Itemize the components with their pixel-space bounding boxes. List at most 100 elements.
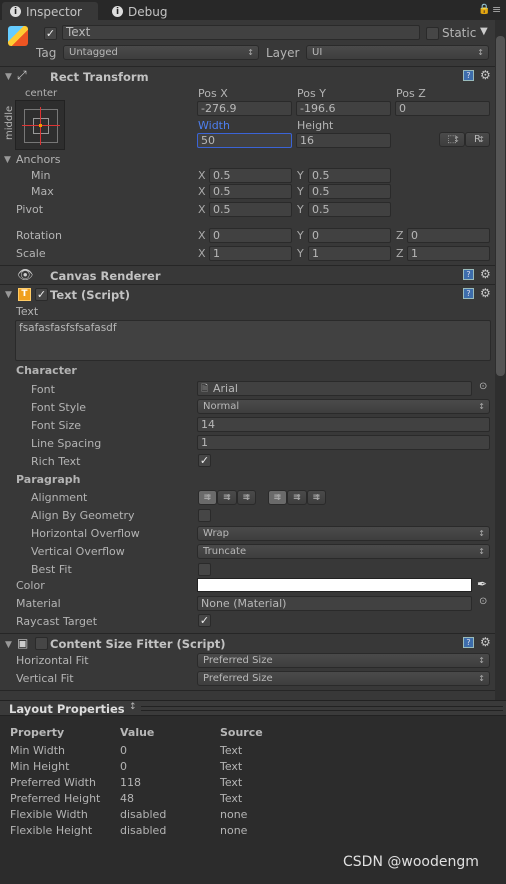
vertical-overflow-dropdown[interactable]: Truncate <box>197 544 490 559</box>
static-dropdown-icon[interactable]: ▼ <box>480 26 488 37</box>
foldout-icon[interactable]: ▼ <box>4 155 11 165</box>
y-label: Y <box>297 229 304 242</box>
component-title: Content Size Fitter (Script) <box>50 637 226 651</box>
pos-z-input[interactable]: 0 <box>395 101 490 116</box>
foldout-icon[interactable]: ▼ <box>5 72 12 82</box>
line-spacing-label: Line Spacing <box>31 437 102 450</box>
height-label: Height <box>297 119 334 132</box>
foldout-icon[interactable]: ▼ <box>5 290 12 300</box>
table-cell: 118 <box>120 776 141 789</box>
anchor-min-y-input[interactable]: 0.5 <box>308 168 391 183</box>
raycast-target-label: Raycast Target <box>16 615 98 628</box>
rich-text-checkbox[interactable]: ✓ <box>198 454 211 467</box>
align-bottom-button[interactable]: ≡ <box>307 490 326 505</box>
font-style-dropdown[interactable]: Normal <box>197 399 490 414</box>
pos-y-input[interactable]: -196.6 <box>296 101 391 116</box>
eyedropper-icon[interactable]: ✒ <box>477 577 487 591</box>
horizontal-overflow-label: Horizontal Overflow <box>31 527 140 540</box>
divider <box>0 284 495 285</box>
table-cell: 48 <box>120 792 134 805</box>
help-icon[interactable]: ? <box>463 637 474 648</box>
table-cell: Flexible Height <box>10 824 93 837</box>
text-area[interactable]: fsafasfasfsfsafasdf <box>15 320 491 361</box>
tab-inspector[interactable]: i Inspector <box>2 2 98 20</box>
table-cell: Text <box>220 776 243 789</box>
gear-icon[interactable]: ⚙ <box>480 635 491 649</box>
raw-edit-button[interactable]: R <box>465 132 490 147</box>
pivot-y-input[interactable]: 0.5 <box>308 202 391 217</box>
help-icon[interactable]: ? <box>463 70 474 81</box>
x-label: X <box>198 169 206 182</box>
menu-icon[interactable]: ≡ <box>492 3 501 16</box>
rotation-y-input[interactable]: 0 <box>308 228 391 243</box>
rotation-z-input[interactable]: 0 <box>407 228 490 243</box>
scale-x-input[interactable]: 1 <box>209 246 292 261</box>
static-label: Static <box>442 26 477 40</box>
z-label: Z <box>396 247 404 260</box>
gear-icon[interactable]: ⚙ <box>480 267 491 281</box>
anchor-max-y-input[interactable]: 0.5 <box>308 184 391 199</box>
alignment-label: Alignment <box>31 491 88 504</box>
object-picker-icon[interactable]: ⊙ <box>479 596 487 607</box>
horizontal-fit-label: Horizontal Fit <box>16 654 89 667</box>
table-cell: none <box>220 808 248 821</box>
font-field[interactable]: 🗎 Arial <box>197 381 472 396</box>
x-label: X <box>198 247 206 260</box>
raycast-target-checkbox[interactable]: ✓ <box>198 614 211 627</box>
tag-dropdown[interactable]: Untagged <box>63 45 259 60</box>
align-center-button[interactable]: ≡ <box>217 490 237 505</box>
width-input[interactable]: 50 <box>197 133 292 148</box>
divider <box>0 66 495 67</box>
column-header: Source <box>220 726 263 739</box>
best-fit-checkbox[interactable] <box>198 563 211 576</box>
help-icon[interactable]: ? <box>463 288 474 299</box>
material-field[interactable]: None (Material) <box>197 596 472 611</box>
gear-icon[interactable]: ⚙ <box>480 286 491 300</box>
gear-icon[interactable]: ⚙ <box>480 68 491 82</box>
align-top-button[interactable]: ≡ <box>268 490 287 505</box>
lock-icon[interactable]: 🔒 <box>478 4 490 15</box>
horizontal-overflow-dropdown[interactable]: Wrap <box>197 526 490 541</box>
table-cell: Text <box>220 760 243 773</box>
blueprint-mode-button[interactable]: ⬚ <box>439 132 465 147</box>
paragraph-heading: Paragraph <box>16 473 81 486</box>
pivot-label: Pivot <box>16 203 44 216</box>
align-right-button[interactable]: ≡ <box>237 490 256 505</box>
layout-properties-title[interactable]: Layout Properties <box>9 702 125 716</box>
align-middle-button[interactable]: ≡ <box>287 490 307 505</box>
align-left-button[interactable]: ≡ <box>198 490 217 505</box>
scrollbar[interactable] <box>495 20 506 700</box>
anchor-min-x-input[interactable]: 0.5 <box>209 168 292 183</box>
active-checkbox[interactable]: ✓ <box>44 27 57 40</box>
line-spacing-input[interactable]: 1 <box>197 435 490 450</box>
name-input[interactable]: Text <box>62 25 420 40</box>
layout-properties-bar[interactable]: Layout Properties ↕ <box>0 700 506 716</box>
color-swatch[interactable] <box>197 578 472 592</box>
drag-handle[interactable] <box>141 706 503 711</box>
horizontal-fit-dropdown[interactable]: Preferred Size <box>197 653 490 668</box>
scrollbar-thumb[interactable] <box>496 36 505 376</box>
foldout-icon[interactable]: ▼ <box>5 640 12 650</box>
object-picker-icon[interactable]: ⊙ <box>479 381 487 392</box>
static-checkbox[interactable] <box>426 27 439 40</box>
anchor-v-label: middle <box>4 105 15 140</box>
pivot-x-input[interactable]: 0.5 <box>209 202 292 217</box>
help-icon[interactable]: ? <box>463 269 474 280</box>
height-input[interactable]: 16 <box>296 133 391 148</box>
info-icon: i <box>10 6 21 17</box>
scale-y-input[interactable]: 1 <box>308 246 391 261</box>
vertical-overflow-label: Vertical Overflow <box>31 545 125 558</box>
align-by-geometry-checkbox[interactable] <box>198 509 211 522</box>
scale-z-input[interactable]: 1 <box>407 246 490 261</box>
font-size-input[interactable]: 14 <box>197 417 490 432</box>
anchor-presets-button[interactable] <box>15 100 65 150</box>
anchor-max-x-input[interactable]: 0.5 <box>209 184 292 199</box>
vertical-fit-dropdown[interactable]: Preferred Size <box>197 671 490 686</box>
pos-x-input[interactable]: -276.9 <box>197 101 292 116</box>
layer-dropdown[interactable]: UI <box>306 45 489 60</box>
component-enabled-checkbox[interactable]: ✓ <box>35 288 48 301</box>
rotation-x-input[interactable]: 0 <box>209 228 292 243</box>
tab-debug[interactable]: i Debug <box>104 2 175 20</box>
dropdown-arrows-icon[interactable]: ↕ <box>129 702 137 712</box>
component-enabled-checkbox[interactable] <box>35 637 48 650</box>
